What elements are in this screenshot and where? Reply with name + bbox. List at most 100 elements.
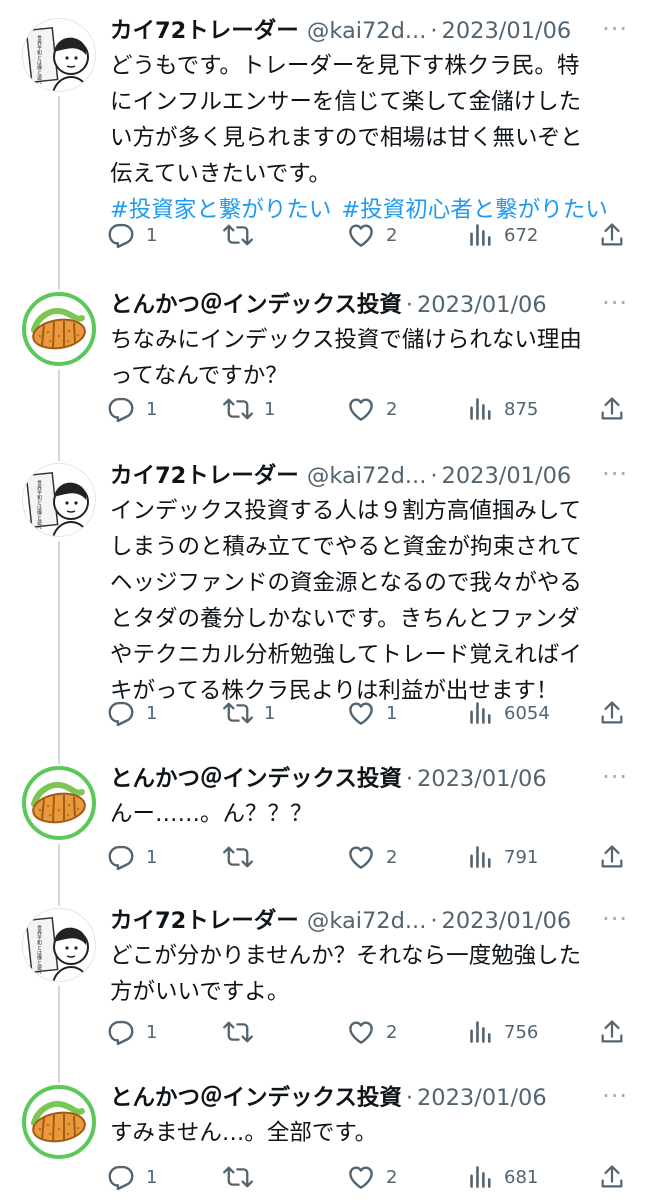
share-icon — [598, 1017, 626, 1047]
separator-dot: · — [405, 292, 413, 318]
like-icon — [346, 698, 376, 728]
more-options-icon[interactable]: ··· — [602, 288, 628, 318]
tweet-text: どうもです。トレーダーを見下す株クラ民。特 にインフルエンサーを信じて楽して金儲け… — [110, 48, 628, 228]
retweet-icon — [222, 394, 254, 424]
avatar[interactable] — [22, 766, 96, 840]
views-icon — [468, 220, 494, 250]
share-button[interactable] — [598, 218, 626, 252]
author-handle[interactable]: @kai72d... — [307, 459, 427, 493]
more-options-icon[interactable]: ··· — [602, 1081, 628, 1111]
author-name[interactable]: カイ72トレーダー — [110, 459, 299, 493]
retweet-button[interactable] — [222, 218, 264, 252]
tweet-text-line: とタダの養分しかないです。きちんとファンダ — [110, 606, 580, 632]
avatar[interactable] — [22, 292, 96, 366]
like-button[interactable]: 1 — [346, 696, 397, 730]
tweet-header: とんかつ＠インデックス投資 · 2023/01/06 — [110, 1081, 628, 1115]
tweet-text-line: すみません…。全部です。 — [110, 1120, 378, 1146]
tweet-date[interactable]: 2023/01/06 — [417, 288, 547, 322]
tweet-text-line: どうもです。トレーダーを見下す株クラ民。特 — [110, 53, 580, 79]
tweet-text: すみません…。全部です。 — [110, 1115, 628, 1151]
reply-button[interactable]: 1 — [106, 1160, 157, 1194]
like-button[interactable]: 2 — [346, 392, 397, 426]
tweet-text-line: ってなんですか？ — [110, 363, 288, 389]
reply-button[interactable]: 1 — [106, 1015, 157, 1049]
more-options-icon[interactable]: ··· — [602, 14, 628, 44]
like-button[interactable]: 2 — [346, 1160, 397, 1194]
tweet-text-line: ヘッジファンドの資金源となるので我々がやる — [110, 570, 582, 596]
tweet-actions: 1 2 756 — [108, 1015, 628, 1049]
like-count: 2 — [386, 224, 398, 246]
tweet-content: カイ72トレーダー @kai72d... · 2023/01/06 ··· イン… — [110, 459, 628, 709]
like-button[interactable]: 2 — [346, 1015, 397, 1049]
views-button[interactable]: 756 — [468, 1015, 538, 1049]
share-button[interactable] — [598, 1015, 626, 1049]
tweet-text-line: 方がいいですよ。 — [110, 979, 290, 1005]
retweet-count: 1 — [264, 702, 276, 724]
avatar[interactable]: 世界平和とは僕と遊べ — [22, 463, 96, 537]
reply-icon — [106, 220, 136, 250]
share-icon — [598, 1162, 626, 1192]
reply-count: 1 — [146, 1166, 158, 1188]
reply-count: 1 — [146, 398, 158, 420]
tweet-date[interactable]: 2023/01/06 — [417, 1081, 547, 1115]
more-options-icon[interactable]: ··· — [602, 459, 628, 489]
thread-connector — [58, 370, 60, 461]
reply-button[interactable]: 1 — [106, 840, 157, 874]
avatar-caption: 世界平和とは僕と遊べ — [36, 925, 42, 975]
views-button[interactable]: 791 — [468, 840, 538, 874]
tweet-date[interactable]: 2023/01/06 — [442, 14, 572, 48]
like-button[interactable]: 2 — [346, 840, 397, 874]
separator-dot: · — [430, 18, 438, 44]
reply-count: 1 — [146, 1021, 158, 1043]
views-button[interactable]: 681 — [468, 1160, 538, 1194]
author-name[interactable]: とんかつ＠インデックス投資 — [110, 762, 402, 796]
thread-connector — [58, 844, 60, 906]
author-handle[interactable]: @kai72d... — [307, 904, 427, 938]
reply-button[interactable]: 1 — [106, 392, 157, 426]
tweet-date[interactable]: 2023/01/06 — [442, 459, 572, 493]
author-name[interactable]: とんかつ＠インデックス投資 — [110, 1081, 402, 1115]
like-count: 2 — [386, 1166, 398, 1188]
more-options-icon[interactable]: ··· — [602, 904, 628, 934]
views-icon — [468, 1162, 494, 1192]
like-button[interactable]: 2 — [346, 218, 397, 252]
retweet-button[interactable] — [222, 1160, 264, 1194]
views-button[interactable]: 6054 — [468, 696, 550, 730]
more-options-icon[interactable]: ··· — [602, 762, 628, 792]
author-name[interactable]: カイ72トレーダー — [110, 14, 299, 48]
retweet-button[interactable]: 1 — [222, 696, 275, 730]
views-button[interactable]: 875 — [468, 392, 538, 426]
retweet-count: 1 — [264, 398, 276, 420]
author-name[interactable]: とんかつ＠インデックス投資 — [110, 288, 402, 322]
avatar[interactable]: 世界平和とは僕と遊べ — [22, 18, 96, 92]
share-button[interactable] — [598, 1160, 626, 1194]
reply-button[interactable]: 1 — [106, 218, 157, 252]
retweet-button[interactable] — [222, 1015, 264, 1049]
share-button[interactable] — [598, 696, 626, 730]
tweet-actions: 1 2 791 — [108, 840, 628, 874]
views-button[interactable]: 672 — [468, 218, 538, 252]
reply-button[interactable]: 1 — [106, 696, 157, 730]
share-button[interactable] — [598, 840, 626, 874]
avatar[interactable] — [22, 1085, 96, 1159]
thread-connector — [58, 96, 60, 290]
author-name[interactable]: カイ72トレーダー — [110, 904, 299, 938]
like-count: 2 — [386, 1021, 398, 1043]
avatar-caption: 世界平和とは僕と遊べ — [36, 35, 42, 85]
tweet-text-line: やテクニカル分析勉強してトレード覚えればイ — [110, 642, 582, 668]
share-icon — [598, 220, 626, 250]
separator-dot: · — [430, 463, 438, 489]
like-icon — [346, 1017, 376, 1047]
retweet-button[interactable]: 1 — [222, 392, 275, 426]
tweet-date[interactable]: 2023/01/06 — [417, 762, 547, 796]
avatar-caption: 世界平和とは僕と遊べ — [36, 480, 42, 530]
share-button[interactable] — [598, 392, 626, 426]
like-count: 2 — [386, 398, 398, 420]
tweet-date[interactable]: 2023/01/06 — [442, 904, 572, 938]
reply-count: 1 — [146, 846, 158, 868]
avatar[interactable]: 世界平和とは僕と遊べ — [22, 908, 96, 982]
author-handle[interactable]: @kai72d... — [307, 14, 427, 48]
reply-icon — [106, 394, 136, 424]
retweet-button[interactable] — [222, 840, 264, 874]
tweet-text: インデックス投資する人は９割方高値掴みして しまうのと積み立てでやると資金が拘束さ… — [110, 493, 628, 709]
